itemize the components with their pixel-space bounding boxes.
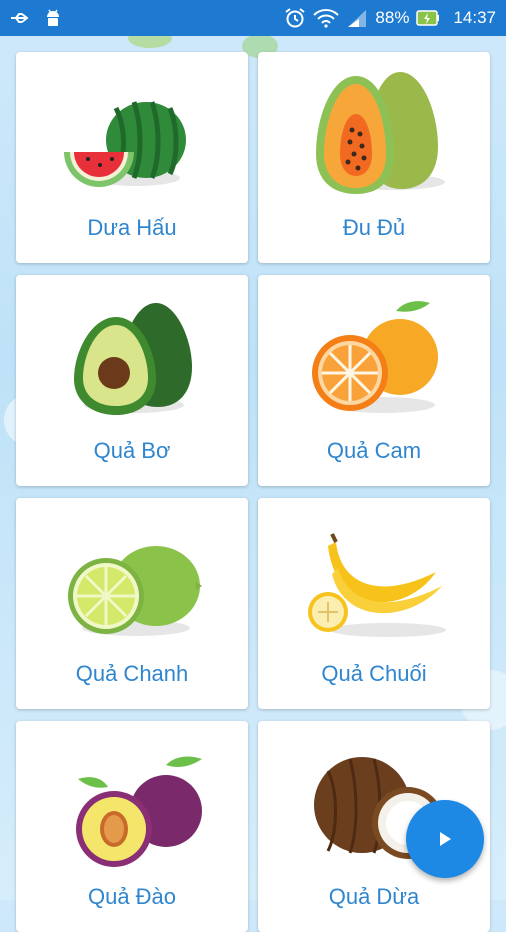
watermelon-icon (64, 101, 186, 187)
fruit-label: Quả Chuối (321, 661, 427, 686)
lime-icon (68, 546, 202, 636)
battery-percent: 88% (375, 8, 410, 27)
fruit-label: Đu Đủ (342, 215, 406, 240)
fruit-label: Quả Bơ (93, 438, 171, 463)
banana-icon (308, 533, 446, 637)
fruit-label: Quả Cam (326, 438, 422, 463)
avocado-icon (74, 303, 192, 415)
android-icon (44, 8, 62, 28)
battery-charging-icon (416, 8, 440, 28)
wifi-icon (313, 8, 340, 28)
play-icon (440, 832, 451, 846)
fruit-label: Quả Dừa (328, 884, 420, 909)
usb-icon (10, 11, 30, 25)
papaya-icon (316, 72, 445, 194)
fruit-grid: Dưa Hấu Đu Đủ Quả Bơ Quả Cam Quả Chanh Q… (16, 52, 492, 932)
fruit-card-avocado[interactable]: Quả Bơ (16, 275, 248, 486)
status-bar: 88% 14:37 (0, 0, 506, 36)
orange-icon (312, 301, 438, 413)
fruit-card-watermelon[interactable]: Dưa Hấu (16, 52, 248, 263)
fruit-card-lime[interactable]: Quả Chanh (16, 498, 248, 709)
fruit-card-banana[interactable]: Quả Chuối (258, 498, 490, 709)
alarm-icon (284, 7, 306, 29)
peach-icon (76, 756, 202, 867)
signal-icon (346, 8, 368, 28)
fruit-card-orange[interactable]: Quả Cam (258, 275, 490, 486)
fruit-card-papaya[interactable]: Đu Đủ (258, 52, 490, 263)
clock-time: 14:37 (453, 8, 496, 27)
play-button[interactable] (406, 800, 484, 878)
fruit-card-peach[interactable]: Quả Đào (16, 721, 248, 932)
fruit-label: Dưa Hấu (87, 215, 177, 240)
fruit-label: Quả Chanh (75, 661, 189, 686)
fruit-label: Quả Đào (87, 884, 177, 909)
